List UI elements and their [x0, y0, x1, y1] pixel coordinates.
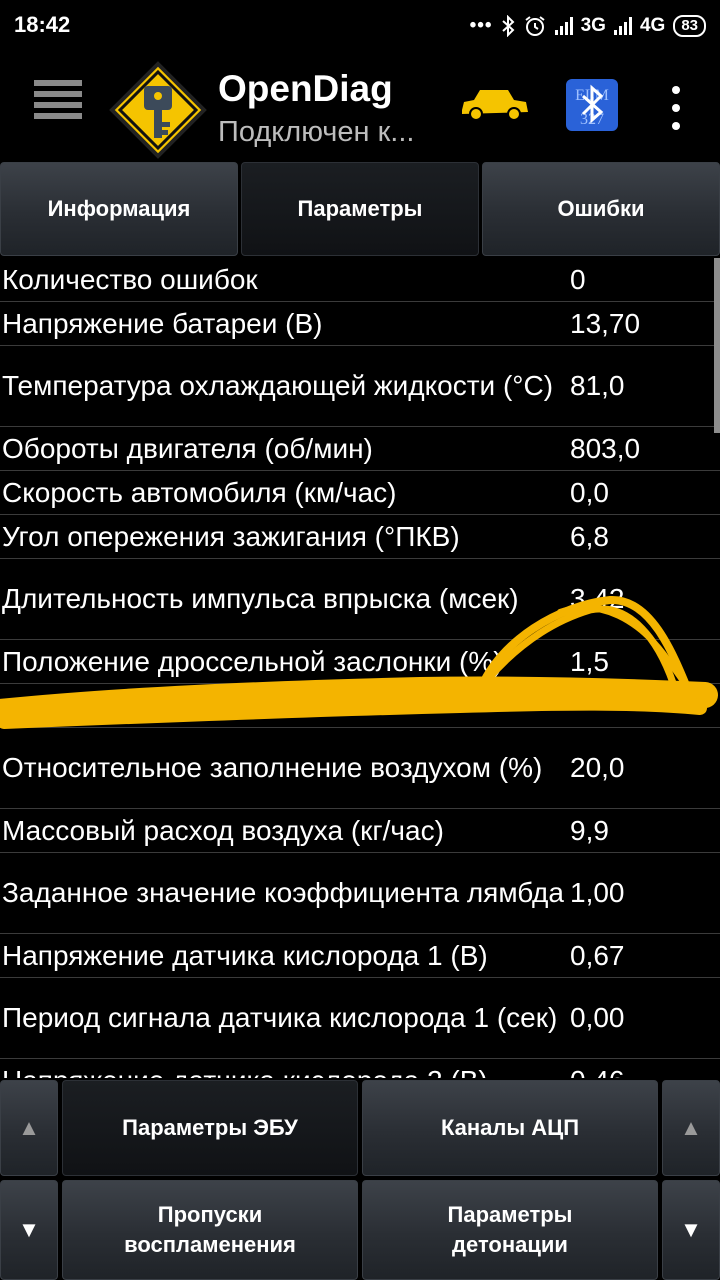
param-value: 1,00 — [570, 877, 625, 908]
list-item: Скорость автомобиля (км/час) 0,0 — [0, 471, 720, 515]
list-item: Температура охлаждающей жидкости (°C) 81… — [0, 346, 720, 427]
scroll-down-button-right[interactable]: ▼ — [662, 1180, 720, 1280]
bluetooth-elm327-icon[interactable]: ELM 327 — [565, 78, 619, 132]
list-item: Массовый расход воздуха (кг/час) 9,9 — [0, 809, 720, 853]
connection-status: Подключен к... — [218, 116, 415, 148]
list-item: Относительное заполнение воздухом (%) 20… — [0, 728, 720, 809]
param-name: Положение дроссельной заслонки (%) — [2, 645, 503, 677]
ecu-params-button[interactable]: Параметры ЭБУ — [62, 1080, 358, 1176]
misfire-button[interactable]: Пропуски воспламенения — [62, 1180, 358, 1280]
param-name: Напряжение батареи (В) — [2, 307, 323, 339]
param-value: 0 — [570, 263, 586, 295]
signal-strength-icon — [554, 17, 573, 35]
overflow-menu-icon[interactable] — [664, 86, 688, 130]
param-name: Обороты двигателя (об/мин) — [2, 432, 373, 464]
tab-information[interactable]: Информация — [0, 162, 238, 256]
tab-errors[interactable]: Ошибки — [482, 162, 720, 256]
arrow-up-icon: ▲ — [18, 1115, 40, 1140]
status-icons: ••• 3G 4G 83 — [470, 12, 706, 40]
scroll-up-button[interactable]: ▲ — [0, 1080, 58, 1176]
list-item: Количество ошибок 0 — [0, 258, 720, 302]
param-value: 81,0 — [570, 370, 625, 401]
param-name: Заданное значение коэффициента лямбда — [2, 877, 564, 908]
signal-strength-icon-2 — [613, 17, 632, 35]
param-value: 0,46 — [568, 1065, 720, 1079]
param-name: Количество ошибок — [2, 263, 258, 295]
param-value: 0,00 — [570, 1002, 625, 1033]
list-item: Напряжение датчика кислорода 2 (В) 0,46 — [0, 1059, 720, 1079]
param-value: 0,0 — [570, 476, 609, 508]
tab-bar: Информация Параметры Ошибки — [0, 162, 720, 258]
param-name: Напряжение датчика кислорода 1 (В) — [2, 939, 488, 971]
arrow-down-icon: ▼ — [680, 1217, 702, 1242]
app-title: OpenDiag — [218, 68, 393, 109]
param-value: 9,9 — [570, 814, 609, 846]
param-name: Массовый расход воздуха (кг/час) — [2, 814, 444, 846]
parameter-list[interactable]: Количество ошибок 0 Напряжение батареи (… — [0, 258, 720, 1078]
battery-indicator: 83 — [673, 15, 706, 37]
param-name: Период сигнала датчика кислорода 1 (сек) — [2, 1002, 558, 1033]
status-bar: 18:42 ••• 3G 4G 83 — [0, 0, 720, 52]
list-item-obscured — [0, 684, 720, 728]
param-value: 3,42 — [570, 583, 625, 614]
menu-icon[interactable] — [34, 80, 82, 130]
param-value: 6,8 — [570, 520, 609, 552]
param-value: 20,0 — [570, 752, 625, 783]
list-item: Напряжение батареи (В) 13,70 — [0, 302, 720, 346]
param-name: Угол опережения зажигания (°ПКВ) — [2, 520, 460, 552]
list-item: Заданное значение коэффициента лямбда 1,… — [0, 853, 720, 934]
notification-dots-icon: ••• — [469, 15, 493, 36]
list-item: Положение дроссельной заслонки (%) 1,5 — [0, 640, 720, 684]
scroll-down-button[interactable]: ▼ — [0, 1180, 58, 1280]
tab-parameters[interactable]: Параметры — [241, 162, 479, 256]
param-name: Температура охлаждающей жидкости (°C) — [2, 370, 554, 401]
arrow-up-icon: ▲ — [680, 1115, 702, 1140]
list-item: Период сигнала датчика кислорода 1 (сек)… — [0, 978, 720, 1059]
app-logo-icon — [109, 61, 207, 159]
car-icon[interactable] — [458, 84, 530, 124]
knock-params-button[interactable]: Параметры детонации — [362, 1180, 658, 1280]
list-item: Обороты двигателя (об/мин) 803,0 — [0, 427, 720, 471]
network-type-2: 4G — [639, 15, 666, 36]
arrow-down-icon: ▼ — [18, 1217, 40, 1242]
clock: 18:42 — [14, 12, 71, 37]
param-value: 13,70 — [570, 307, 641, 339]
param-value: 0,67 — [570, 939, 625, 971]
network-type-1: 3G — [580, 15, 606, 36]
scrollbar-thumb[interactable] — [714, 258, 720, 433]
list-item: Напряжение датчика кислорода 1 (В) 0,67 — [0, 934, 720, 978]
param-value: 1,5 — [570, 645, 609, 677]
bottom-panel: ▲ Параметры ЭБУ Каналы АЦП ▲ ▼ Пропуски … — [0, 1078, 720, 1280]
param-name: Напряжение датчика кислорода 2 (В) — [0, 1063, 568, 1079]
param-value: 803,0 — [570, 432, 641, 464]
bluetooth-status-icon — [501, 15, 515, 37]
list-item: Длительность импульса впрыска (мсек) 3,4… — [0, 559, 720, 640]
adc-channels-button[interactable]: Каналы АЦП — [362, 1080, 658, 1176]
param-name: Относительное заполнение воздухом (%) — [2, 752, 543, 783]
scroll-up-button-right[interactable]: ▲ — [662, 1080, 720, 1176]
param-name: Длительность импульса впрыска (мсек) — [2, 583, 519, 614]
app-bar: OpenDiag Подключен к... ELM 327 — [0, 52, 720, 162]
alarm-icon — [524, 16, 545, 36]
param-name: Скорость автомобиля (км/час) — [2, 476, 397, 508]
list-item: Угол опережения зажигания (°ПКВ) 6,8 — [0, 515, 720, 559]
